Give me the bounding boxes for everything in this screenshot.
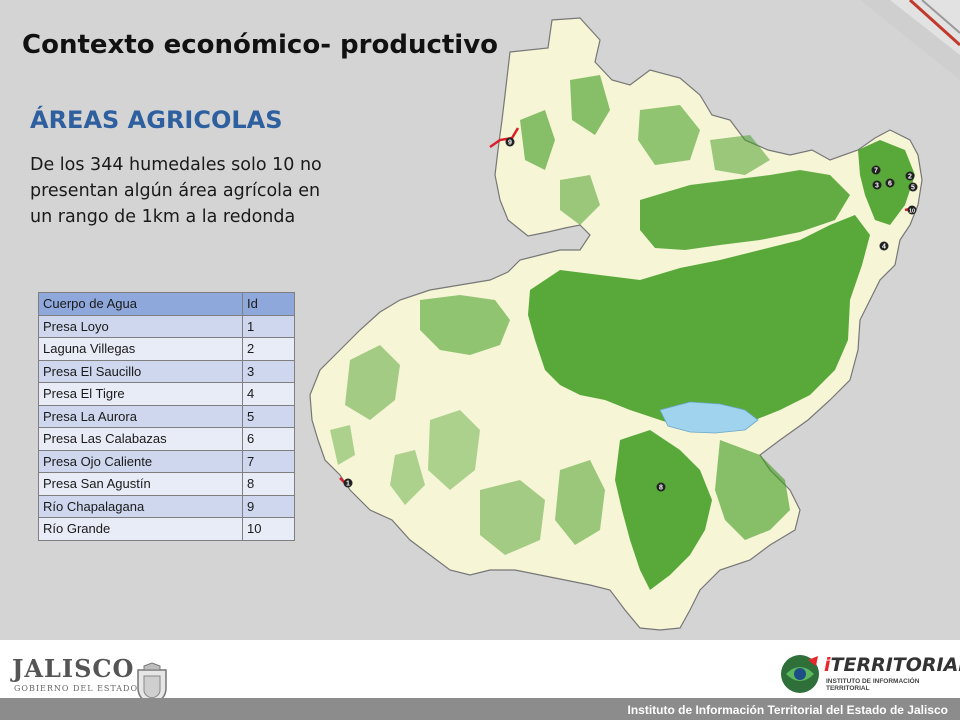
cell-id: 7: [242, 449, 295, 473]
table-row: Presa La Aurora 5: [38, 404, 295, 428]
cell-id: 8: [242, 472, 295, 496]
cell-name: Presa La Aurora: [38, 404, 243, 428]
cell-name: Presa Loyo: [38, 314, 243, 338]
table-row: Presa Ojo Caliente 7: [38, 449, 295, 473]
cell-name: Presa El Tigre: [38, 382, 243, 406]
svg-text:9: 9: [508, 140, 512, 147]
cell-name: Río Grande: [38, 517, 243, 541]
cell-id: 6: [242, 427, 295, 451]
marker-4: 4: [879, 241, 889, 251]
svg-text:3: 3: [875, 183, 879, 190]
cell-id: 1: [242, 314, 295, 338]
marker-8: 8: [656, 482, 666, 492]
marker-10: 10: [907, 205, 917, 215]
table-row: Presa San Agustín 8: [38, 472, 295, 496]
svg-text:2: 2: [908, 174, 912, 181]
cell-id: 10: [242, 517, 295, 541]
svg-text:4: 4: [882, 244, 886, 251]
header-id: Id: [242, 292, 295, 316]
footer-bar: Instituto de Información Territorial del…: [0, 698, 960, 720]
cell-name: Presa San Agustín: [38, 472, 243, 496]
iterritorial-emblem-icon: [781, 655, 819, 693]
table-row: Laguna Villegas 2: [38, 337, 295, 361]
cell-id: 5: [242, 404, 295, 428]
cell-name: Presa Ojo Caliente: [38, 449, 243, 473]
cell-name: Laguna Villegas: [38, 337, 243, 361]
iterritorial-logo-word: iTERRITORIAL: [824, 654, 960, 676]
table-row: Río Grande 10: [38, 517, 295, 541]
svg-text:10: 10: [909, 209, 915, 215]
cell-id: 2: [242, 337, 295, 361]
footer: JALISCO GOBIERNO DEL ESTADO iTERRITORIAL…: [0, 640, 960, 720]
cell-name: Presa Las Calabazas: [38, 427, 243, 451]
marker-6: 6: [885, 178, 895, 188]
svg-text:6: 6: [888, 181, 892, 188]
section-subtitle: ÁREAS AGRICOLAS: [30, 106, 283, 134]
svg-text:8: 8: [659, 485, 663, 492]
jalisco-government-logo: JALISCO GOBIERNO DEL ESTADO: [12, 652, 172, 705]
marker-3: 3: [872, 180, 882, 190]
cell-id: 9: [242, 494, 295, 518]
table-row: Presa Las Calabazas 6: [38, 427, 295, 451]
cell-id: 3: [242, 359, 295, 383]
table-row: Presa Loyo 1: [38, 314, 295, 338]
header-cuerpo-de-agua: Cuerpo de Agua: [38, 292, 243, 316]
cell-name: Río Chapalagana: [38, 494, 243, 518]
footer-institute-text: Instituto de Información Territorial del…: [627, 703, 948, 717]
marker-9: 9: [505, 137, 515, 147]
svg-text:1: 1: [346, 481, 350, 488]
jalisco-logo-word: JALISCO: [12, 654, 135, 683]
cell-id: 4: [242, 382, 295, 406]
table-row: Río Chapalagana 9: [38, 494, 295, 518]
description-text: De los 344 humedales solo 10 no presenta…: [30, 155, 322, 227]
jalisco-logo-subtitle: GOBIERNO DEL ESTADO: [14, 684, 139, 693]
iterritorial-logo: iTERRITORIAL INSTITUTO DE INFORMACIÓN TE…: [776, 648, 960, 700]
table-row: Presa El Saucillo 3: [38, 359, 295, 383]
marker-2: 2: [905, 171, 915, 181]
cell-name: Presa El Saucillo: [38, 359, 243, 383]
page-title: Contexto económico- productivo: [22, 30, 499, 60]
table-row: Presa El Tigre 4: [38, 382, 295, 406]
marker-1: 1: [343, 478, 353, 488]
marker-5: 5: [908, 182, 918, 192]
svg-text:5: 5: [911, 185, 915, 192]
marker-7: 7: [871, 165, 881, 175]
table-header-row: Cuerpo de Agua Id: [38, 292, 295, 316]
svg-text:7: 7: [874, 168, 878, 175]
waterbody-table: Cuerpo de Agua Id Presa Loyo 1 Laguna Vil…: [38, 292, 295, 541]
iterritorial-logo-subtitle: INSTITUTO DE INFORMACIÓN TERRITORIAL: [826, 678, 920, 692]
